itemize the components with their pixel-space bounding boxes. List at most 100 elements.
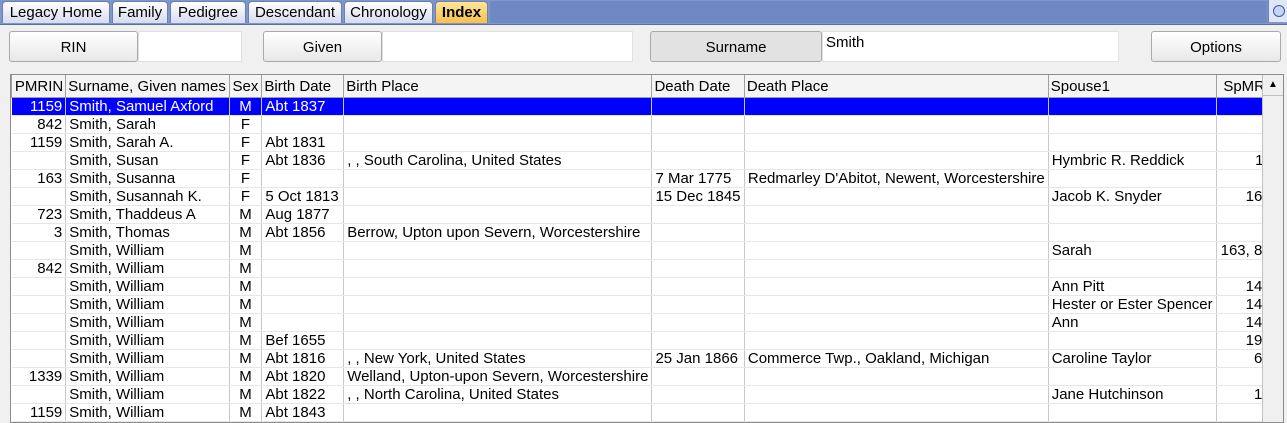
cell-sex: M [229, 205, 263, 224]
table-row[interactable]: Smith, WilliamMHester or Ester Spencer14… [11, 295, 1283, 314]
surname-input[interactable]: Smith [822, 31, 1119, 62]
table-row[interactable]: Smith, Susannah K. F 5 Oct 1813 15 Dec 1845… [11, 187, 1283, 206]
tab-family[interactable]: Family [112, 1, 168, 23]
cell-sex: M [229, 403, 263, 422]
cell-birth-date [261, 169, 345, 188]
rin-button[interactable]: RIN [9, 31, 138, 62]
table-row[interactable]: 723 Smith, Thaddeus A M Aug 1877 [11, 205, 1283, 224]
cell-name: Smith, William [65, 367, 230, 386]
cell-birth-date: Abt 1831 [261, 133, 345, 152]
cell-spouse1: Ann [1048, 313, 1218, 332]
cell-name: Smith, Susanna [65, 169, 230, 188]
tab-index[interactable]: Index [435, 1, 488, 23]
cell-birth-date: Abt 1856 [261, 223, 345, 242]
cell-birth-place [343, 295, 653, 314]
col-header-sex[interactable]: Sex [228, 75, 263, 98]
table-row[interactable]: 1339 Smith, William M Abt 1820 Welland, Upto… [11, 367, 1283, 386]
cell-sex: M [229, 385, 263, 404]
col-header-name[interactable]: Surname, Given names [65, 75, 230, 98]
col-header-birth-place[interactable]: Birth Place [343, 75, 653, 98]
cell-spouse1 [1048, 115, 1218, 134]
cell-pmrin: 1159 [11, 97, 67, 116]
cell-pmrin: 842 [11, 259, 67, 278]
cell-pmrin: 1339 [11, 367, 67, 386]
cell-spouse1: Ann Pitt [1048, 277, 1218, 296]
cell-spouse1: Sarah [1048, 241, 1218, 260]
cell-death-date [651, 115, 745, 134]
col-header-death-place[interactable]: Death Place [743, 75, 1049, 98]
cell-birth-place [343, 97, 653, 116]
given-input[interactable] [382, 31, 633, 62]
table-row[interactable]: Smith, WilliamMBef 16551948 [11, 331, 1283, 350]
cell-sex: M [229, 259, 263, 278]
cell-spouse1 [1048, 205, 1218, 224]
cell-name: Smith, William [65, 277, 230, 296]
cell-sex: F [229, 169, 263, 188]
given-button[interactable]: Given [263, 31, 382, 62]
cell-death-date: 7 Mar 1775 [651, 169, 745, 188]
options-button[interactable]: Options [1151, 31, 1281, 62]
rin-input[interactable] [138, 31, 242, 62]
table-row[interactable]: Smith, William M Abt 1816, , New York, Uni… [11, 349, 1283, 368]
cell-name: Smith, Thaddeus A [65, 205, 230, 224]
cell-pmrin [11, 187, 67, 206]
table-row[interactable]: Smith, Susan F Abt 1836, , South Carolina,… [11, 151, 1283, 170]
index-table: PMRIN Surname, Given names Sex Birth Dat… [11, 75, 1283, 422]
cell-name: Smith, Samuel Axford [65, 97, 230, 116]
cell-sex: F [229, 133, 263, 152]
vertical-scrollbar[interactable]: ▲ [1262, 75, 1283, 422]
table-row[interactable]: 1159 Smith, Sarah A. F Abt 1831 [11, 133, 1283, 152]
cell-death-place [744, 97, 1049, 116]
cell-pmrin [11, 151, 67, 170]
cell-birth-place: , , North Carolina, United States [343, 385, 653, 404]
col-header-death-date[interactable]: Death Date [651, 75, 745, 98]
cell-spouse1: Hester or Ester Spencer [1048, 295, 1218, 314]
tab-descendant[interactable]: Descendant [248, 1, 342, 23]
cell-birth-place [343, 403, 653, 422]
cell-birth-date [261, 295, 345, 314]
cell-death-place [744, 331, 1049, 350]
table-row[interactable]: Smith, WilliamMAnn Pitt1437 [11, 277, 1283, 296]
cell-spouse1 [1048, 367, 1218, 386]
surname-button[interactable]: Surname [650, 31, 822, 62]
cell-birth-place [343, 205, 653, 224]
cell-death-date [651, 241, 745, 260]
cell-name: Smith, William [65, 313, 230, 332]
cell-sex: M [229, 241, 263, 260]
cell-name: Smith, Susannah K. [65, 187, 230, 206]
cell-sex: M [229, 277, 263, 296]
table-row[interactable]: Smith, William M Abt 1822, , North Carolin… [11, 385, 1283, 404]
cell-name: Smith, Thomas [65, 223, 230, 242]
cell-pmrin: 723 [11, 205, 67, 224]
table-row[interactable]: 842 Smith, Sarah F [11, 115, 1283, 134]
tab-legacy-home[interactable]: Legacy Home [2, 1, 110, 23]
table-row[interactable]: 1159 Smith, Samuel Axford M Abt 1837 [11, 97, 1283, 116]
up-arrow-icon[interactable]: ▲ [1263, 75, 1283, 96]
tab-pedigree[interactable]: Pedigree [170, 1, 246, 23]
cell-death-place [744, 223, 1049, 242]
cell-pmrin [11, 349, 67, 368]
col-header-spouse1[interactable]: Spouse1 [1047, 75, 1218, 98]
table-row[interactable]: 1159 Smith, William M Abt 1843 [11, 403, 1283, 422]
table-row[interactable]: Smith, William M Sarah 163, 842 [11, 241, 1283, 260]
cell-birth-place [343, 331, 653, 350]
cell-birth-place [343, 277, 653, 296]
cell-death-place: Commerce Twp., Oakland, Michigan [744, 349, 1049, 368]
cell-birth-date [261, 277, 345, 296]
table-row[interactable]: 163 Smith, Susanna F 7 Mar 1775 Redmarley D'… [11, 169, 1283, 188]
cell-birth-place [343, 259, 653, 278]
cell-death-date: 15 Dec 1845 [651, 187, 745, 206]
cell-birth-date: Abt 1822 [261, 385, 345, 404]
corner-button[interactable] [1268, 0, 1287, 22]
col-header-birth-date[interactable]: Birth Date [261, 75, 345, 98]
cell-death-place [744, 367, 1049, 386]
table-row[interactable]: 3 Smith, Thomas M Abt 1856 Berrow, Upton upo… [11, 223, 1283, 242]
cell-sex: M [229, 331, 263, 350]
cell-death-date [651, 331, 745, 350]
cell-death-date [651, 97, 745, 116]
tab-chronology[interactable]: Chronology [344, 1, 433, 23]
cell-death-date [651, 385, 745, 404]
table-row[interactable]: 842 Smith, William M [11, 259, 1283, 278]
col-header-pmrin[interactable]: PMRIN [11, 75, 67, 98]
table-row[interactable]: Smith, WilliamMAnn1459 [11, 313, 1283, 332]
